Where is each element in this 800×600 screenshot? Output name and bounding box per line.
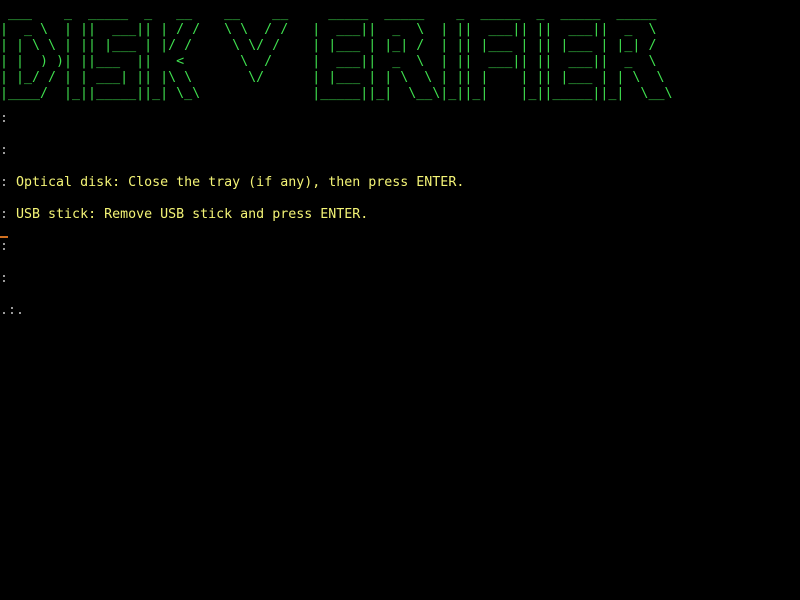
text-cursor[interactable] <box>0 236 8 238</box>
console-prompt: : <box>0 111 9 126</box>
disk-verifier-banner: ___ _ _____ _ __ __ __ _____ _____ _ ___… <box>0 6 673 101</box>
console-line: : <box>0 239 464 255</box>
console-prompt: : <box>0 143 9 158</box>
console-line: .:. <box>0 303 464 319</box>
usb-stick-instruction: USB stick: Remove USB stick and press EN… <box>8 207 369 222</box>
console-line: : <box>0 111 464 127</box>
console-prompt-end: .:. <box>0 303 25 318</box>
console-line: : <box>0 271 464 287</box>
console-prompt: : <box>0 207 9 222</box>
console-line: : USB stick: Remove USB stick and press … <box>0 207 464 223</box>
optical-disk-instruction: Optical disk: Close the tray (if any), t… <box>8 175 465 190</box>
console-output: : : : Optical disk: Close the tray (if a… <box>0 111 464 335</box>
console-prompt: : <box>0 239 9 254</box>
console-line: : <box>0 143 464 159</box>
console-line: : Optical disk: Close the tray (if any),… <box>0 175 464 191</box>
console-prompt: : <box>0 271 9 286</box>
console-prompt: : <box>0 175 9 190</box>
